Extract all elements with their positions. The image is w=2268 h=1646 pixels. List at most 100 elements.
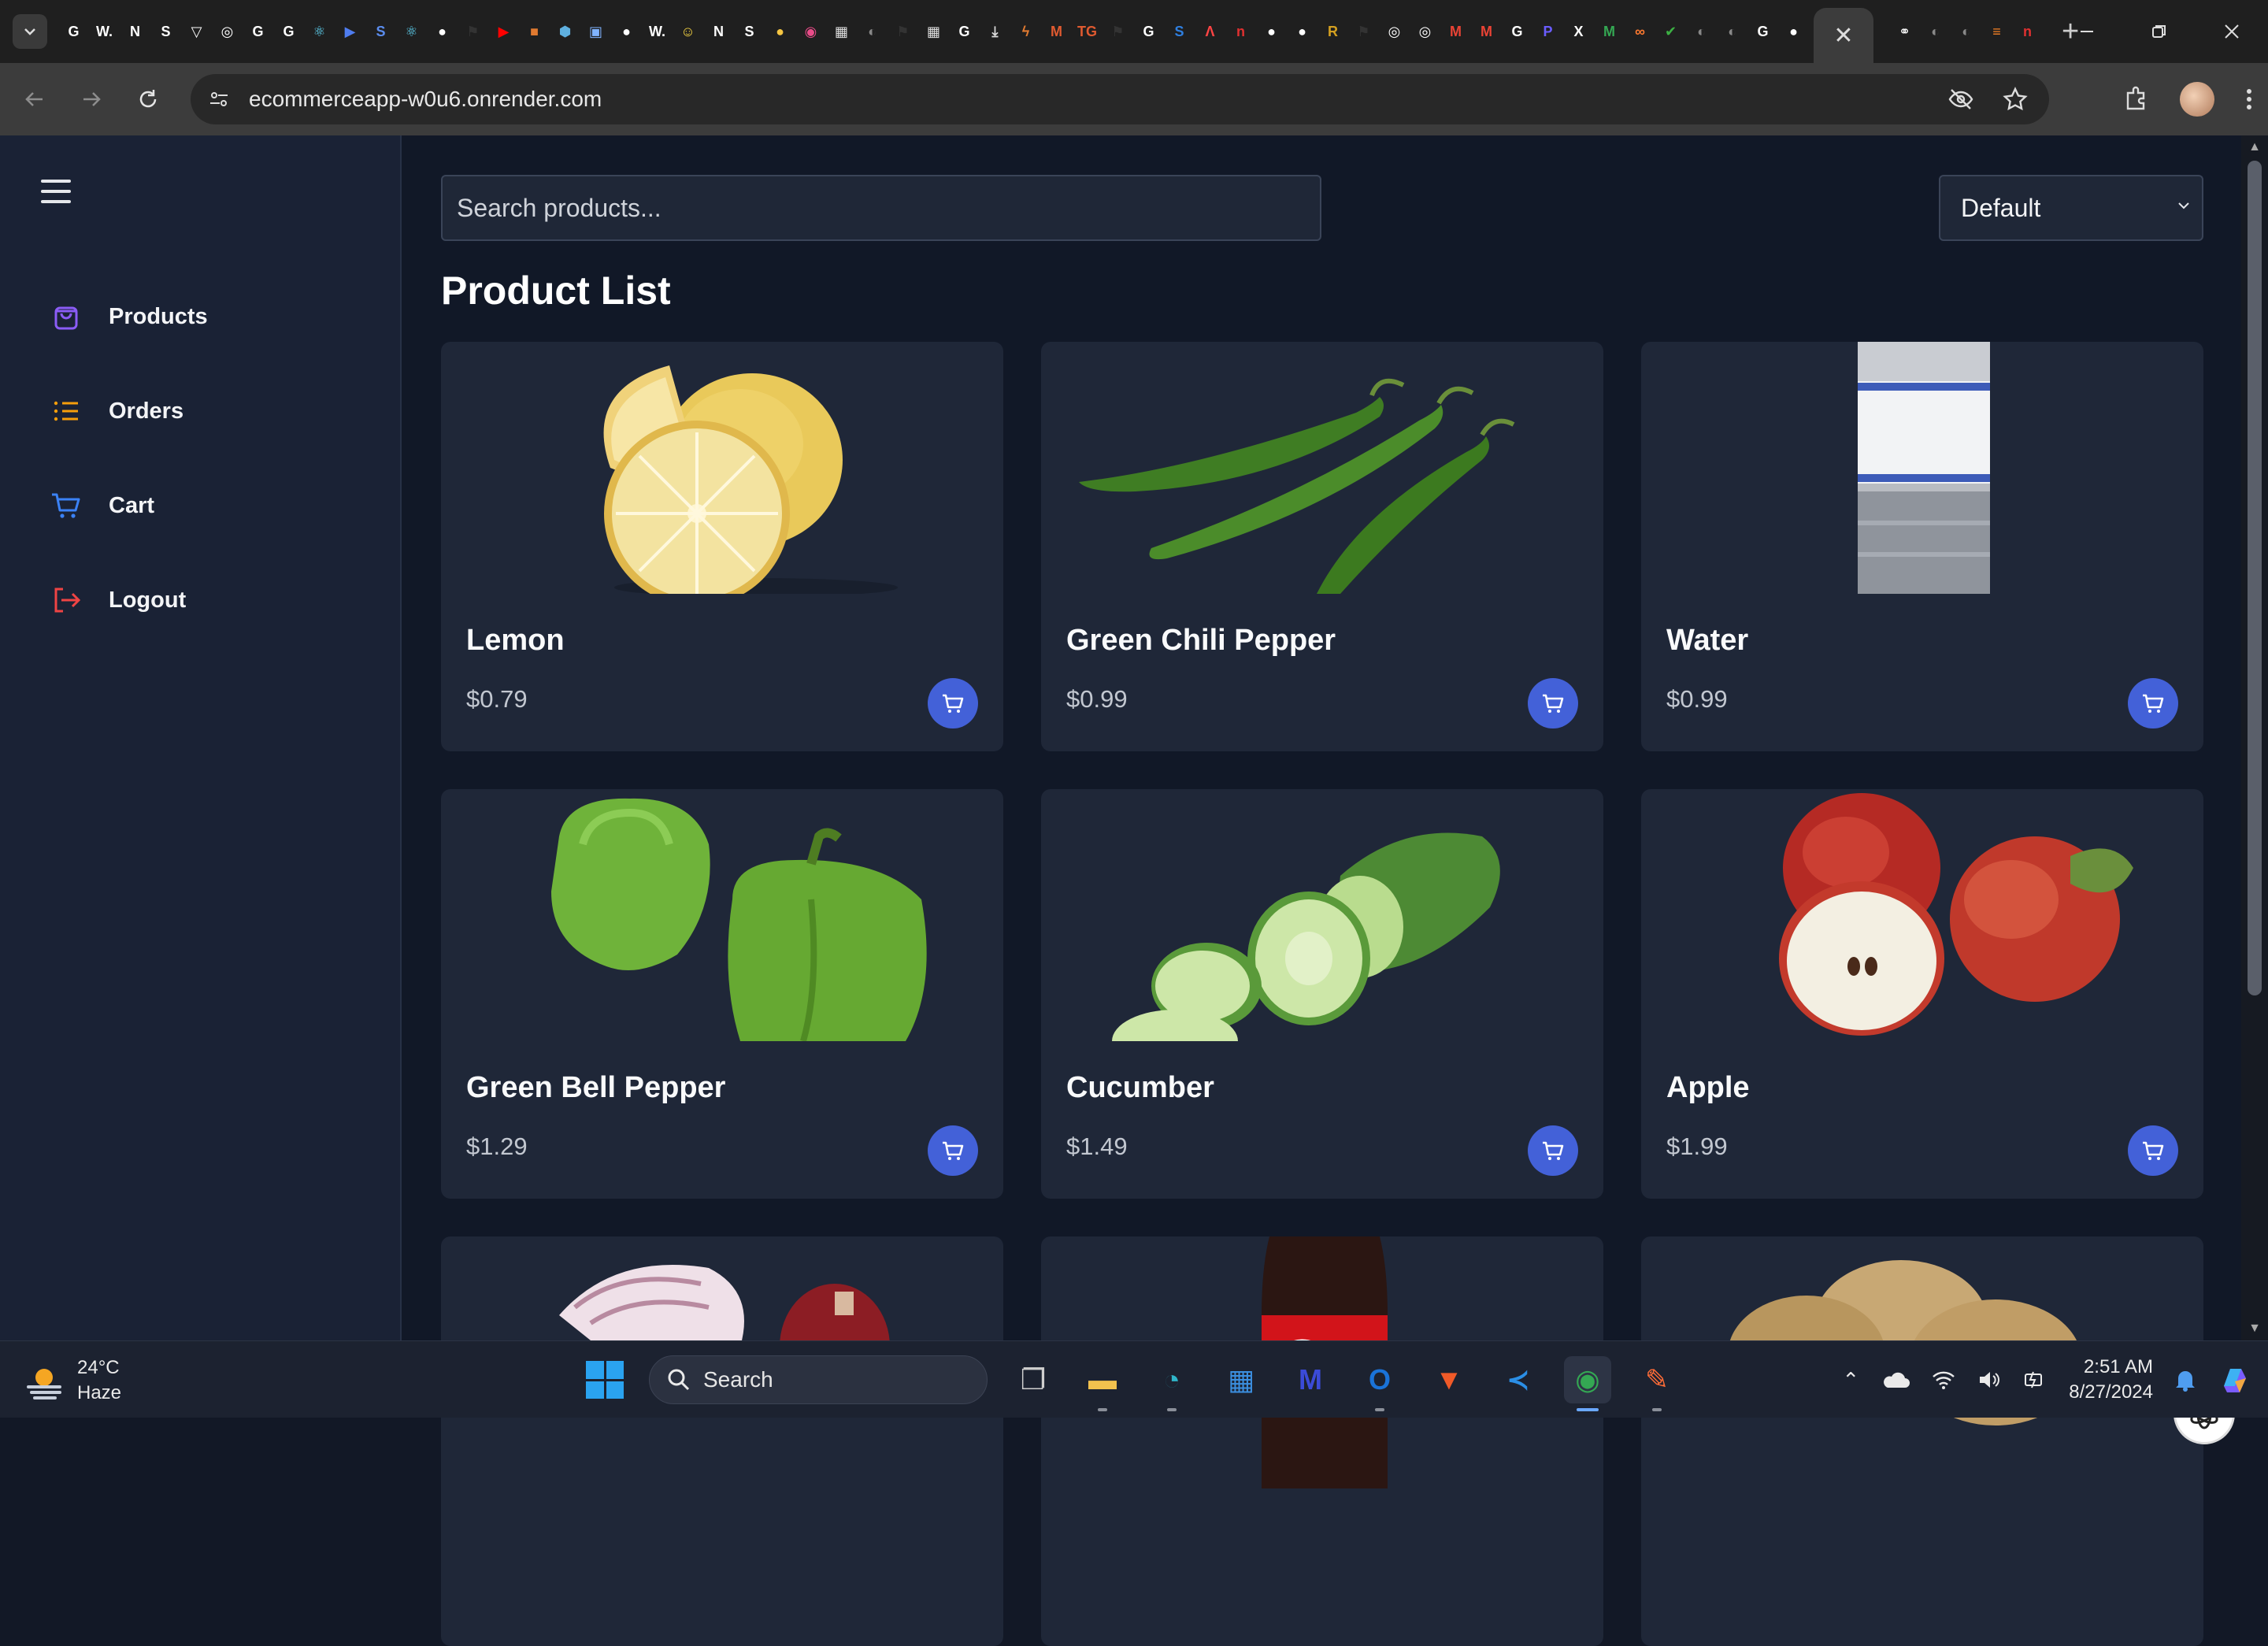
- r-icon[interactable]: R: [1321, 20, 1345, 43]
- minimize-button[interactable]: [2051, 0, 2123, 63]
- mail-icon[interactable]: M: [1598, 20, 1621, 43]
- github-icon[interactable]: ●: [431, 20, 454, 43]
- n-icon[interactable]: n: [1229, 20, 1253, 43]
- hamburger-menu-icon[interactable]: [41, 180, 71, 203]
- wifi-icon[interactable]: [1932, 1370, 1955, 1390]
- product-card[interactable]: Water $0.99: [1641, 342, 2203, 751]
- globe-icon[interactable]: ◐: [1924, 20, 1947, 43]
- gmail-icon[interactable]: M: [1444, 20, 1468, 43]
- google-icon[interactable]: G: [953, 20, 976, 43]
- bolt-icon[interactable]: ϟ: [1014, 20, 1038, 43]
- m-icon[interactable]: M: [1045, 20, 1069, 43]
- w-icon[interactable]: W.: [93, 20, 117, 43]
- reload-button[interactable]: [126, 77, 170, 121]
- google-icon[interactable]: G: [62, 20, 86, 43]
- windows-start-icon[interactable]: [586, 1361, 624, 1399]
- add-to-cart-button[interactable]: [928, 1125, 978, 1176]
- forward-button[interactable]: [69, 77, 113, 121]
- onedrive-cloud-icon[interactable]: [1881, 1370, 1910, 1389]
- product-card[interactable]: Green Bell Pepper $1.29: [441, 789, 1003, 1199]
- globe-icon[interactable]: ◐: [861, 20, 884, 43]
- sidebar-item-orders[interactable]: Orders: [50, 387, 183, 435]
- notion-icon[interactable]: N: [707, 20, 731, 43]
- add-to-cart-button[interactable]: [1528, 1125, 1578, 1176]
- volume-icon[interactable]: [1977, 1370, 2001, 1390]
- store-icon[interactable]: ▦: [1217, 1356, 1265, 1403]
- stack-icon[interactable]: ≡: [1985, 20, 2009, 43]
- search-input[interactable]: Search products...: [441, 175, 1321, 241]
- flag-icon[interactable]: ⚑: [891, 20, 915, 43]
- openai-icon[interactable]: ◎: [1414, 20, 1437, 43]
- google-icon[interactable]: G: [1506, 20, 1529, 43]
- close-tab-icon[interactable]: ✕: [1833, 22, 1853, 50]
- scroll-down-icon[interactable]: ▼: [2248, 1322, 2262, 1336]
- react-icon[interactable]: ⚛: [308, 20, 332, 43]
- vscode-icon[interactable]: ≺: [1495, 1356, 1542, 1403]
- p-icon[interactable]: P: [1536, 20, 1560, 43]
- product-card[interactable]: Green Chili Pepper $0.99: [1041, 342, 1603, 751]
- cube-icon[interactable]: ⬢: [554, 20, 577, 43]
- product-card[interactable]: Cucumber $1.49: [1041, 789, 1603, 1199]
- active-tab[interactable]: ✕: [1814, 8, 1873, 63]
- n-icon[interactable]: n: [2016, 20, 2040, 43]
- file-explorer-icon[interactable]: ▬: [1079, 1356, 1126, 1411]
- postman-icon[interactable]: ✎: [1633, 1356, 1681, 1411]
- product-card[interactable]: Apple $1.99: [1641, 789, 2203, 1199]
- google-icon[interactable]: G: [277, 20, 301, 43]
- extensions-icon[interactable]: [2122, 85, 2150, 113]
- weather-widget[interactable]: 24°C Haze: [24, 1355, 121, 1406]
- site-info-icon[interactable]: [203, 83, 235, 115]
- google-icon[interactable]: G: [246, 20, 270, 43]
- scroll-thumb[interactable]: [2248, 161, 2262, 995]
- add-to-cart-button[interactable]: [2128, 678, 2178, 728]
- download-icon[interactable]: ⤓: [984, 20, 1007, 43]
- add-to-cart-button[interactable]: [928, 678, 978, 728]
- notification-bell-icon[interactable]: [2175, 1368, 2196, 1392]
- google-icon[interactable]: G: [1751, 20, 1775, 43]
- tg-icon[interactable]: TG: [1076, 20, 1099, 43]
- s-icon[interactable]: S: [1168, 20, 1191, 43]
- bookmark-star-icon[interactable]: [2002, 86, 2029, 113]
- url-text[interactable]: ecommerceapp-w0u6.onrender.com: [249, 87, 602, 112]
- sidebar-item-cart[interactable]: Cart: [50, 482, 154, 529]
- globe-icon[interactable]: ◐: [1690, 20, 1714, 43]
- openai-icon[interactable]: ◎: [216, 20, 239, 43]
- s-icon[interactable]: S: [738, 20, 762, 43]
- battery-sharing-icon[interactable]: [2023, 1370, 2047, 1390]
- chrome-icon[interactable]: ◉: [1564, 1356, 1611, 1411]
- eye-off-icon[interactable]: [1947, 85, 1975, 113]
- task-view-icon[interactable]: ❐: [1010, 1356, 1057, 1403]
- page-scrollbar[interactable]: ▲ ▼: [2241, 135, 2268, 1340]
- profile-avatar[interactable]: [2180, 82, 2214, 117]
- brave-icon[interactable]: ▼: [1425, 1356, 1473, 1403]
- youtube-icon[interactable]: ▶: [492, 20, 516, 43]
- menu-kebab-icon[interactable]: [2244, 85, 2254, 113]
- product-card[interactable]: Lemon $0.79: [441, 342, 1003, 751]
- sidebar-item-logout[interactable]: Logout: [50, 576, 186, 624]
- taskbar-search[interactable]: Search: [649, 1355, 988, 1404]
- react-icon[interactable]: ⚛: [400, 20, 424, 43]
- infinity-icon[interactable]: ∞: [1629, 20, 1652, 43]
- show-hidden-icons-icon[interactable]: ⌃: [1842, 1368, 1859, 1392]
- play-icon[interactable]: ▶: [339, 20, 362, 43]
- smiley-icon[interactable]: ☺: [676, 20, 700, 43]
- x-icon[interactable]: X: [1567, 20, 1591, 43]
- clock[interactable]: 2:51 AM 8/27/2024: [2069, 1355, 2153, 1405]
- github-icon[interactable]: ●: [615, 20, 639, 43]
- qr-icon[interactable]: ▦: [830, 20, 854, 43]
- address-bar[interactable]: ecommerceapp-w0u6.onrender.com: [191, 74, 2049, 124]
- gmail-icon[interactable]: M: [1475, 20, 1499, 43]
- product-card[interactable]: [1041, 1236, 1603, 1646]
- globe-icon[interactable]: ◐: [1721, 20, 1744, 43]
- globe-icon[interactable]: ◐: [1955, 20, 1978, 43]
- s-icon[interactable]: S: [154, 20, 178, 43]
- image-icon[interactable]: ▣: [584, 20, 608, 43]
- product-card[interactable]: [1641, 1236, 2203, 1646]
- flag-icon[interactable]: ⚑: [461, 20, 485, 43]
- flag-icon[interactable]: ⚑: [1352, 20, 1376, 43]
- back-button[interactable]: [13, 77, 57, 121]
- s-icon[interactable]: S: [369, 20, 393, 43]
- tab-search-button[interactable]: [13, 14, 47, 49]
- scroll-up-icon[interactable]: ▲: [2248, 140, 2262, 154]
- copilot-icon[interactable]: [2218, 1362, 2252, 1397]
